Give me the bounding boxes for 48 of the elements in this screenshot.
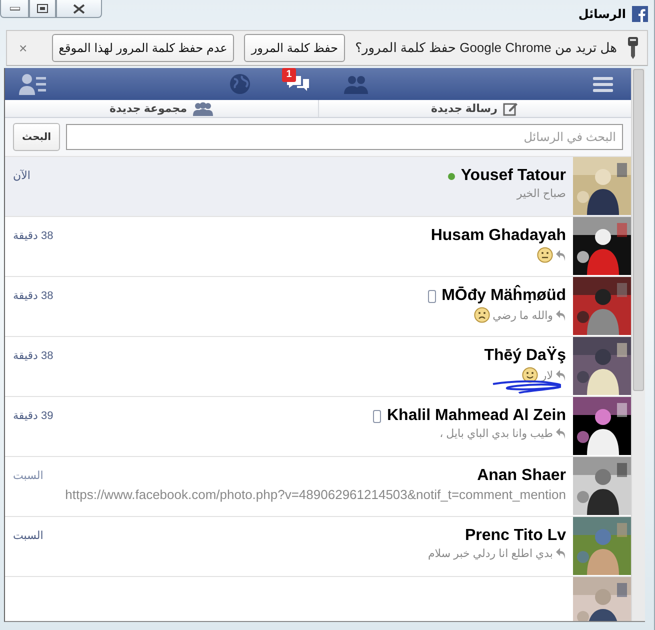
minimize-button[interactable] <box>0 0 29 18</box>
save-password-button[interactable]: حفظ كلمة المرور <box>244 34 346 62</box>
close-button[interactable] <box>56 0 102 18</box>
message-preview: صباح الخير <box>516 187 566 200</box>
never-save-button[interactable]: عدم حفظ كلمة المرور لهذا الموقع <box>52 34 234 62</box>
emoticon-icon <box>522 367 538 383</box>
messages-tab[interactable]: 1 <box>282 68 314 100</box>
scrollbar[interactable] <box>631 68 645 621</box>
menu-icon <box>593 76 613 92</box>
minimize-icon <box>10 6 20 10</box>
close-button[interactable]: × <box>15 40 32 56</box>
compose-icon <box>503 101 518 116</box>
message-preview: والله ما رضي <box>492 308 553 322</box>
maximize-icon <box>37 4 48 13</box>
search-button[interactable]: البحث <box>13 123 60 151</box>
message-time: 39 دقيقة <box>13 409 54 422</box>
contact-name: Thēý DaŸş <box>484 347 566 365</box>
key-icon <box>627 36 639 60</box>
emoticon-icon <box>537 247 553 263</box>
message-preview: بدي اطلع انا ردلي خبر سلام <box>428 547 553 560</box>
contact-name: Yousef Tatour <box>460 167 566 185</box>
contact-name: Prenc Tito Lv <box>464 527 566 545</box>
message-preview: لار <box>541 368 553 382</box>
message-preview: طيب وانا بدي الباي بايل ، <box>440 427 553 440</box>
contacts-icon <box>19 73 47 95</box>
close-icon <box>73 4 85 14</box>
message-time: 38 دقيقة <box>13 289 54 302</box>
window-title: الرسائل <box>578 7 626 21</box>
contact-name: Husam Ghadayah <box>430 227 566 245</box>
message-time: السبت <box>13 469 44 482</box>
new-group-button[interactable]: مجموعة جديدة <box>5 100 318 117</box>
message-time: 38 دقيقة <box>13 349 54 362</box>
globe-icon <box>229 73 251 95</box>
friends-icon <box>343 74 369 94</box>
message-time: السبت <box>13 529 44 542</box>
message-time: 38 دقيقة <box>13 229 54 242</box>
message-link: https://www.facebook.com/photo.php?v=489062961214503&notif_t=comment_mention <box>65 487 566 502</box>
notification-badge: 1 <box>282 68 296 82</box>
contact-name: Anan Shaer <box>477 467 566 485</box>
facebook-icon <box>632 6 648 22</box>
emoticon-icon <box>474 307 490 323</box>
maximize-button[interactable] <box>29 0 56 18</box>
save-password-prompt: هل تريد من Google Chrome حفظ كلمة المرور؟ <box>355 40 617 56</box>
contact-name: MŌđy Mäĥṃøüd <box>442 287 566 305</box>
group-icon <box>193 102 214 116</box>
message-time: الآن <box>13 169 30 182</box>
search-field[interactable]: البحث في الرسائل <box>66 124 623 150</box>
contact-name: Khalil Mahmead Al Zein <box>387 407 566 425</box>
